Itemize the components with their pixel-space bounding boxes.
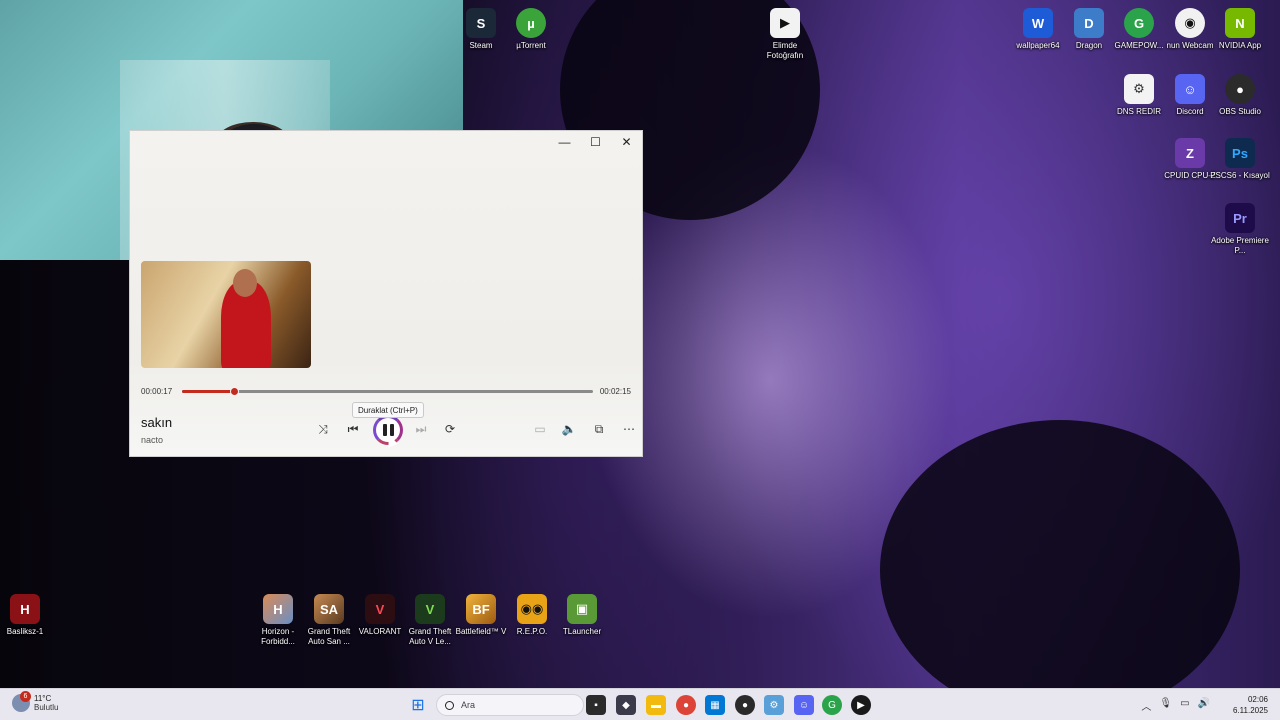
cloud-icon: 6 [12,691,31,712]
horizon-icon: H [263,594,293,624]
minimize-button[interactable]: — [549,131,580,153]
weather-condition: Bulutlu [34,703,59,712]
wallpaper-engine-icon: W [1023,8,1053,38]
wallpaper-art [880,420,1240,720]
window-titlebar: — ☐ ✕ [549,131,642,153]
gta-sa-icon: SA [314,594,344,624]
repeat-icon[interactable]: ⟳ [438,419,462,439]
nvidia-icon: N [1225,8,1255,38]
captions-icon[interactable]: ▭ [528,419,552,439]
chevron-up-icon[interactable]: ︿ [1141,698,1151,713]
total-time: 00:02:15 [599,387,631,396]
weather-widget[interactable]: 6 11°C Bulutlu [12,691,59,712]
seek-bar-fill [182,390,234,393]
maximize-button[interactable]: ☐ [580,131,611,153]
album-art-head [233,269,257,297]
desktop-icon-label: OBS Studio [1219,107,1261,116]
obs-icon: ● [1225,74,1255,104]
clock-time: 02:06 [1247,695,1268,704]
webcam-icon: ◉ [1175,8,1205,38]
chrome-icon[interactable]: ● [676,695,696,715]
settings-gear-icon[interactable]: ⚙ [764,695,784,715]
search-placeholder: Ara [461,700,476,710]
volume-icon[interactable]: 🔈 [557,419,581,439]
steam-icon: S [466,8,496,38]
clock-date: 6.11.2025 [1233,706,1268,715]
taskbar-search[interactable]: Ara [436,694,584,716]
desktop-icon-nvidia[interactable]: N NVIDIA App [1210,8,1270,51]
desktop-icon-tlauncher[interactable]: ▣ TLauncher [552,594,612,637]
discord-icon: ☺ [1175,74,1205,104]
system-tray: ︿ 🎙 ▭ 🔊 [1141,698,1210,713]
desktop-icon-basliksz[interactable]: H Basliksz-1 [0,594,55,637]
elapsed-time: 00:00:17 [141,387,173,396]
desktop-icon-label: Elimde Fotoğrafın [766,41,804,60]
desktop-icon-utorrent[interactable]: µ µTorrent [501,8,561,51]
valorant-icon: V [365,594,395,624]
miniplayer-icon[interactable]: ⧉ [587,419,611,439]
media-file-icon: ▶ [770,8,800,38]
desktop-icon-obs[interactable]: ● OBS Studio [1210,74,1270,117]
battlefield-icon: BF [466,594,496,624]
tlauncher-icon: ▣ [567,594,597,624]
gta-v-icon: V [415,594,445,624]
seek-bar-thumb[interactable] [229,387,239,396]
notification-badge: 6 [20,691,31,702]
taskbar: 6 11°C Bulutlu ⊞ Ara ▪ ◆ ▬ ● ▦ ● ⚙ ☺ G ▶… [0,688,1280,720]
display-icon[interactable]: ▭ [1180,698,1189,713]
microsoft-store-icon[interactable]: ▦ [705,695,725,715]
desktop-icon-label: µTorrent [516,41,546,50]
app-icon[interactable]: ● [735,695,755,715]
desktop-icon-label: PSCS6 - Kısayol [1210,171,1270,180]
media-player-icon[interactable]: ▶ [851,695,871,715]
dragon-icon: D [1074,8,1104,38]
desktop-icon-label: NVIDIA App [1218,41,1262,50]
image-file-icon: H [10,594,40,624]
desktop-icon-label: Adobe Premiere P... [1211,236,1269,255]
windows-start-icon[interactable]: ⊞ [408,695,428,715]
album-art [141,261,311,368]
cpuz-icon: Z [1175,138,1205,168]
desktop-icon-premiere[interactable]: Pr Adobe Premiere P... [1210,203,1270,256]
close-button[interactable]: ✕ [611,131,642,153]
next-icon[interactable]: ⏭ [409,419,433,439]
shuffle-icon[interactable]: ⤨ [311,419,335,439]
pause-tooltip: Duraklat (Ctrl+P) [352,402,424,418]
weather-temperature: 11°C [34,694,52,703]
utorrent-icon: µ [516,8,546,38]
gamepower-icon: G [1124,8,1154,38]
more-options-icon[interactable]: ⋯ [617,419,641,439]
desktop-icon-label: TLauncher [562,627,602,636]
microphone-icon[interactable]: 🎙 [1159,698,1172,713]
task-view-icon[interactable]: ▪ [586,695,606,715]
gamepower-icon[interactable]: G [822,695,842,715]
discord-icon[interactable]: ☺ [794,695,814,715]
desktop-icon-label: Basliksz-1 [6,627,44,636]
photoshop-icon: Ps [1225,138,1255,168]
repo-icon: ◉◉ [517,594,547,624]
previous-icon[interactable]: ⏮ [341,419,365,439]
app-icon[interactable]: ◆ [616,695,636,715]
file-explorer-icon[interactable]: ▬ [646,695,666,715]
dns-icon: ⚙ [1124,74,1154,104]
premiere-icon: Pr [1225,203,1255,233]
desktop-icon-media-file[interactable]: ▶ Elimde Fotoğrafın [755,8,815,61]
seek-bar[interactable] [182,387,593,396]
song-artist[interactable]: nacto [141,435,163,445]
desktop-icon-photoshop[interactable]: Ps PSCS6 - Kısayol [1210,138,1270,181]
speaker-icon[interactable]: 🔊 [1198,698,1210,713]
taskbar-clock[interactable]: 02:06 6.11.2025 [1233,694,1268,716]
search-icon [445,700,454,710]
song-title: sakın [141,415,173,430]
